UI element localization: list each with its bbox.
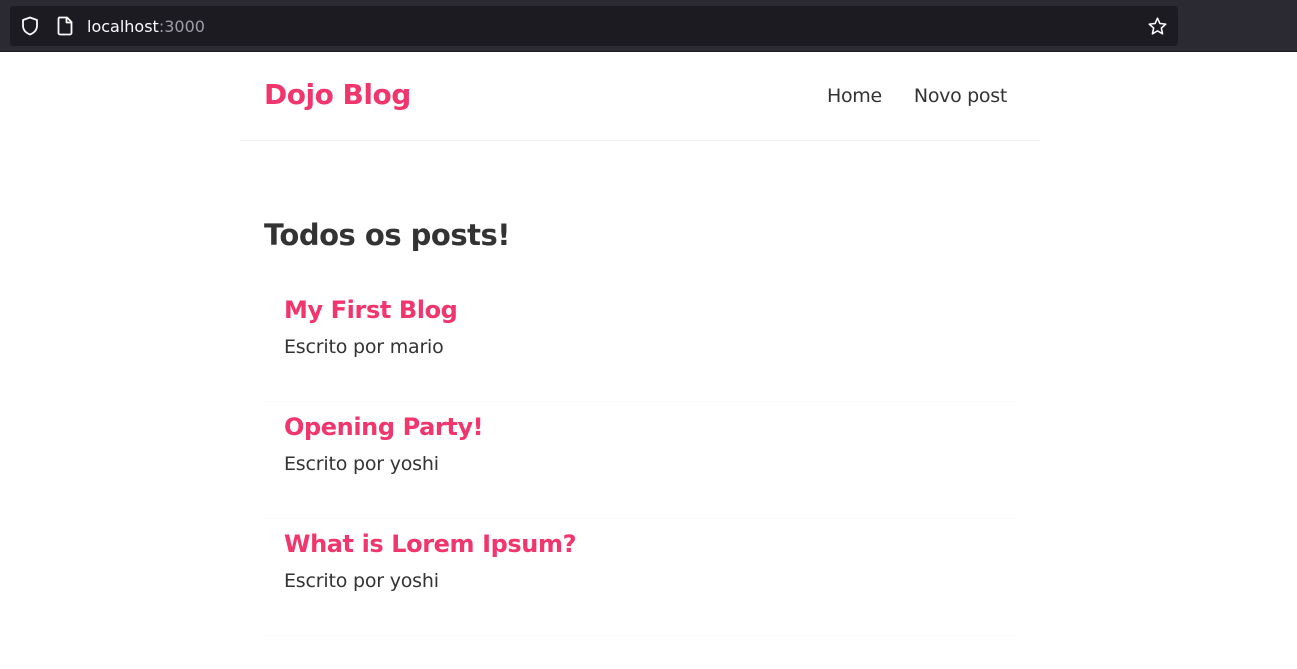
post-title[interactable]: What is Lorem Ipsum? — [284, 529, 994, 559]
main-content: Todos os posts! My First Blog Escrito po… — [264, 216, 1014, 636]
url-text[interactable]: localhost:3000 — [87, 15, 205, 39]
post-preview[interactable]: What is Lorem Ipsum? Escrito por yoshi — [264, 519, 1014, 636]
page-icon[interactable] — [56, 16, 74, 36]
post-title[interactable]: Opening Party! — [284, 412, 994, 442]
post-author: Escrito por yoshi — [284, 453, 439, 475]
nav-link-new-post[interactable]: Novo post — [914, 85, 1007, 107]
navbar: Dojo Blog Home Novo post — [240, 52, 1040, 141]
post-preview[interactable]: Opening Party! Escrito por yoshi — [264, 402, 1014, 519]
nav-links: Home Novo post — [795, 85, 1007, 107]
browser-toolbar: localhost:3000 — [0, 0, 1297, 52]
post-title[interactable]: My First Blog — [284, 295, 994, 325]
post-author: Escrito por mario — [284, 336, 444, 358]
nav-link-home[interactable]: Home — [827, 85, 882, 107]
page-title: Todos os posts! — [264, 218, 510, 252]
post-list: My First Blog Escrito por mario Opening … — [264, 285, 1014, 636]
post-preview[interactable]: My First Blog Escrito por mario — [264, 285, 1014, 402]
shield-icon[interactable] — [20, 16, 40, 36]
site-title: Dojo Blog — [264, 78, 411, 111]
url-host: localhost — [87, 17, 159, 36]
url-port: :3000 — [158, 17, 205, 36]
post-author: Escrito por yoshi — [284, 570, 439, 592]
star-icon[interactable] — [1147, 16, 1168, 37]
